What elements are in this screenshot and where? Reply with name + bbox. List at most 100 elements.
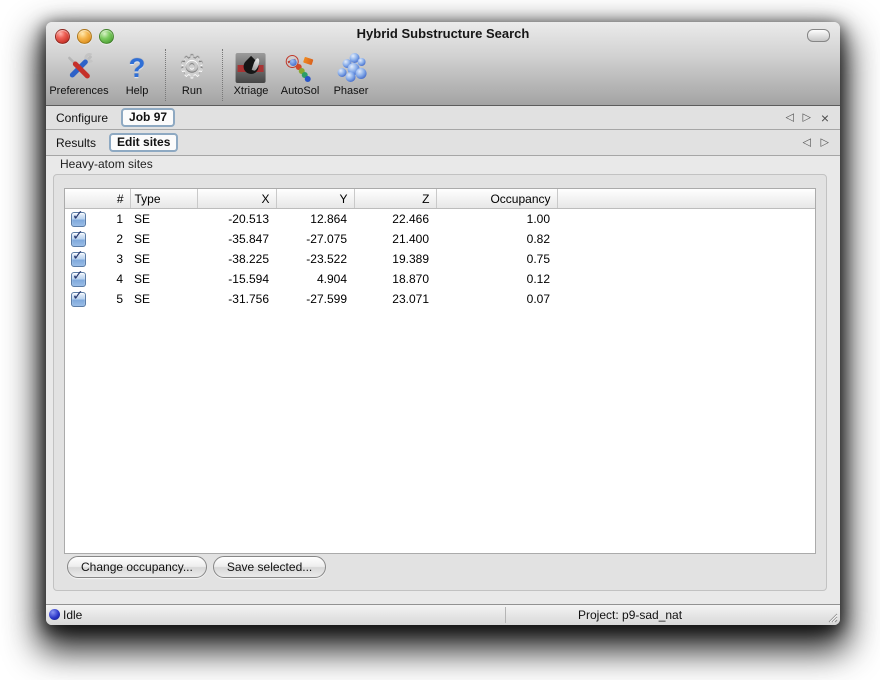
row-checkbox[interactable]: ✓ bbox=[71, 252, 86, 267]
status-orb-icon bbox=[49, 609, 60, 620]
site-z: 18.870 bbox=[354, 269, 436, 289]
site-type: SE bbox=[130, 229, 197, 249]
table-row[interactable]: ✓1 SE -20.513 12.864 22.466 1.00 bbox=[65, 209, 815, 230]
row-checkbox[interactable]: ✓ bbox=[71, 212, 86, 227]
window-title: Hybrid Substructure Search bbox=[46, 22, 840, 46]
column-header-x[interactable]: X bbox=[197, 189, 276, 209]
outer-tabstrip: Configure Job 97 ◁ ▷ × bbox=[46, 106, 840, 130]
site-y: -27.599 bbox=[276, 289, 354, 309]
window-close-button[interactable] bbox=[55, 29, 70, 44]
toolbar-item-autosol[interactable]: AutoSol bbox=[281, 51, 320, 97]
site-type: SE bbox=[130, 269, 197, 289]
checkmark-icon: ✓ bbox=[72, 287, 84, 304]
site-type: SE bbox=[130, 289, 197, 309]
row-checkbox[interactable]: ✓ bbox=[71, 272, 86, 287]
sites-list: # Type X Y Z Occupancy ✓ 1 SE bbox=[64, 188, 816, 554]
toolbar-separator bbox=[165, 49, 166, 101]
table-row[interactable]: ✓ 5 SE -31.756 -27.599 23.071 0.07 bbox=[65, 289, 815, 309]
save-selected-button[interactable]: Save selected... bbox=[213, 556, 326, 578]
outer-tab-prev-icon[interactable]: ◁ bbox=[786, 112, 794, 123]
site-occupancy: 0.75 bbox=[436, 249, 557, 269]
titlebar[interactable]: Hybrid Substructure Search bbox=[46, 22, 840, 44]
checkmark-icon: ✓ bbox=[72, 247, 84, 264]
window-zoom-button[interactable] bbox=[99, 29, 114, 44]
checkmark-icon: ✓ bbox=[72, 227, 84, 244]
inner-tab-next-icon[interactable]: ▷ bbox=[821, 137, 829, 148]
table-header-row: # Type X Y Z Occupancy bbox=[65, 189, 815, 209]
status-field-divider bbox=[505, 607, 506, 623]
column-header-y[interactable]: Y bbox=[276, 189, 354, 209]
autosol-molecule-icon bbox=[283, 51, 317, 85]
toolbar: Preferences ? Help ⚙ Run Xtriage bbox=[46, 44, 840, 104]
site-number: 3 bbox=[116, 252, 123, 266]
site-occupancy: 0.12 bbox=[436, 269, 557, 289]
site-x: -15.594 bbox=[197, 269, 276, 289]
tab-edit-sites[interactable]: Edit sites bbox=[109, 133, 178, 152]
checkmark-icon: ✓ bbox=[72, 267, 84, 284]
table-row[interactable]: ✓ 2 SE -35.847 -27.075 21.400 0.82 bbox=[65, 229, 815, 249]
toolbar-toggle-button[interactable] bbox=[807, 29, 830, 42]
window-chrome: Hybrid Substructure Search Preferences bbox=[46, 22, 840, 106]
site-y: -23.522 bbox=[276, 249, 354, 269]
project-label: Project: p9-sad_nat bbox=[578, 608, 682, 622]
tab-results[interactable]: Results bbox=[56, 136, 96, 150]
row-checkbox[interactable]: ✓ bbox=[71, 292, 86, 307]
site-occupancy: 0.82 bbox=[436, 229, 557, 249]
tools-icon bbox=[62, 51, 96, 85]
site-type: SE bbox=[130, 249, 197, 269]
tab-job-97[interactable]: Job 97 bbox=[121, 108, 175, 127]
gear-icon: ⚙ bbox=[175, 51, 209, 85]
site-x: -38.225 bbox=[197, 249, 276, 269]
status-bar: Idle Project: p9-sad_nat bbox=[46, 604, 840, 625]
phaser-spheres-icon bbox=[334, 51, 368, 85]
site-number: 1 bbox=[116, 212, 123, 226]
column-header-num[interactable]: # bbox=[65, 189, 130, 209]
column-header-filler bbox=[557, 189, 815, 209]
site-occupancy: 1.00 bbox=[436, 209, 557, 230]
toolbar-label: Preferences bbox=[49, 85, 108, 97]
site-occupancy: 0.07 bbox=[436, 289, 557, 309]
table-row[interactable]: ✓3 SE -38.225 -23.522 19.389 0.75 bbox=[65, 249, 815, 269]
panel-title: Heavy-atom sites bbox=[60, 157, 153, 171]
xtriage-drop-icon bbox=[234, 51, 268, 85]
toolbar-label: Phaser bbox=[334, 85, 369, 97]
site-type: SE bbox=[130, 209, 197, 230]
site-number: 2 bbox=[116, 232, 123, 246]
site-z: 22.466 bbox=[354, 209, 436, 230]
site-x: -35.847 bbox=[197, 229, 276, 249]
site-x: -31.756 bbox=[197, 289, 276, 309]
inner-tab-prev-icon[interactable]: ◁ bbox=[803, 137, 811, 148]
inner-tabstrip: Results Edit sites ◁ ▷ bbox=[46, 130, 840, 156]
toolbar-label: Run bbox=[182, 85, 202, 97]
checkmark-icon: ✓ bbox=[72, 207, 84, 224]
toolbar-item-run[interactable]: ⚙ Run bbox=[175, 51, 209, 97]
heavy-atom-sites-panel: # Type X Y Z Occupancy ✓ 1 SE bbox=[53, 174, 827, 591]
toolbar-label: Xtriage bbox=[234, 85, 269, 97]
outer-tab-close-icon[interactable]: × bbox=[821, 111, 829, 125]
sites-table: # Type X Y Z Occupancy ✓ 1 SE bbox=[65, 189, 815, 309]
status-text: Idle bbox=[63, 608, 82, 622]
toolbar-item-phaser[interactable]: Phaser bbox=[334, 51, 369, 97]
site-number: 4 bbox=[116, 272, 123, 286]
toolbar-item-preferences[interactable]: Preferences bbox=[49, 51, 108, 97]
site-y: 4.904 bbox=[276, 269, 354, 289]
column-header-z[interactable]: Z bbox=[354, 189, 436, 209]
site-x: -20.513 bbox=[197, 209, 276, 230]
site-y: -27.075 bbox=[276, 229, 354, 249]
row-checkbox[interactable]: ✓ bbox=[71, 232, 86, 247]
window-minimize-button[interactable] bbox=[77, 29, 92, 44]
column-header-type[interactable]: Type bbox=[130, 189, 197, 209]
table-row[interactable]: ✓ 4 SE -15.594 4.904 18.870 0.12 bbox=[65, 269, 815, 289]
change-occupancy-button[interactable]: Change occupancy... bbox=[67, 556, 207, 578]
toolbar-item-xtriage[interactable]: Xtriage bbox=[234, 51, 269, 97]
site-number: 5 bbox=[116, 292, 123, 306]
question-mark-icon: ? bbox=[120, 51, 154, 85]
outer-tab-next-icon[interactable]: ▷ bbox=[803, 112, 811, 123]
action-button-row: Change occupancy... Save selected... bbox=[67, 556, 326, 578]
site-z: 21.400 bbox=[354, 229, 436, 249]
site-z: 23.071 bbox=[354, 289, 436, 309]
resize-grip[interactable] bbox=[825, 610, 838, 623]
column-header-occupancy[interactable]: Occupancy bbox=[436, 189, 557, 209]
tab-configure[interactable]: Configure bbox=[56, 111, 108, 125]
toolbar-item-help[interactable]: ? Help bbox=[120, 51, 154, 97]
